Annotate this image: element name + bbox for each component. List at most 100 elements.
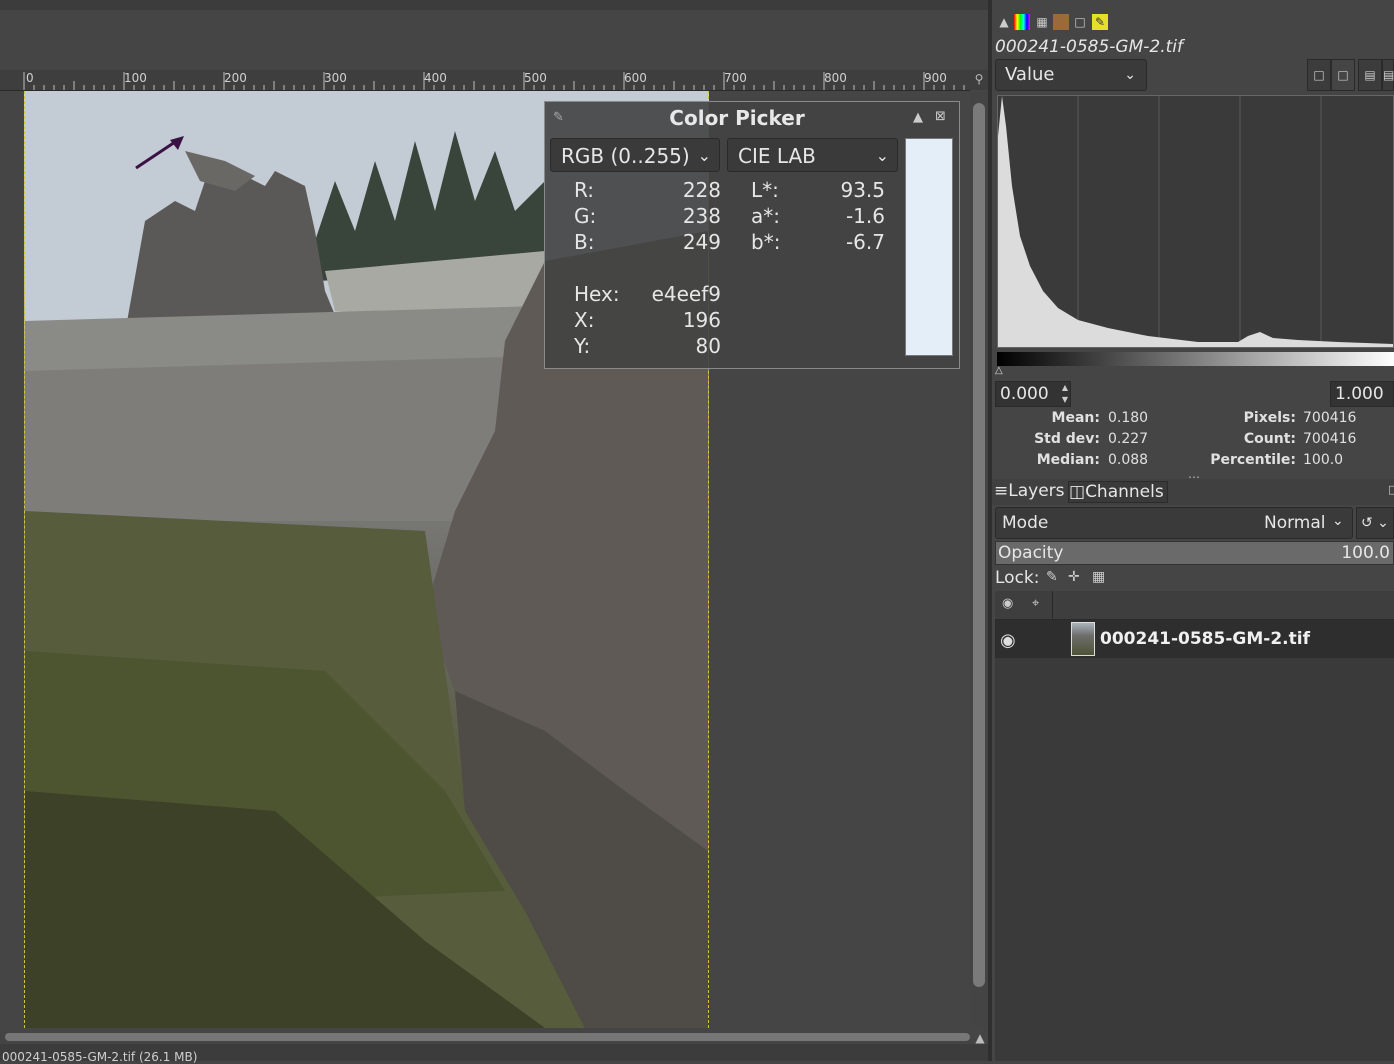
rgb-g-label: G:: [574, 204, 597, 228]
pattern-tab-icon[interactable]: ▦: [1034, 14, 1050, 30]
mean-label: Mean:: [1051, 410, 1100, 426]
right-color-mode-dropdown[interactable]: CIE LAB ⌄: [727, 138, 898, 172]
count-label: Count:: [1243, 431, 1296, 447]
rgb-b-label: B:: [574, 230, 595, 254]
channels-tab-icon: ◫: [1069, 482, 1086, 502]
color-picker-dialog: ✎ Color Picker ▲ ⊠ RGB (0..255) ⌄ CIE LA…: [544, 101, 960, 369]
hex-value: e4eef9: [651, 282, 721, 306]
pixels-value: 700416: [1303, 410, 1357, 426]
std-dev-label: Std dev:: [1034, 431, 1100, 447]
ruler-label: 900: [924, 71, 947, 85]
layers-list-header: [995, 591, 1394, 620]
tab-channels[interactable]: ◫Channels: [1068, 481, 1168, 503]
color-picker-title: Color Picker: [669, 106, 805, 130]
y-value: 80: [695, 334, 721, 358]
tab-channels-label: Channels: [1085, 482, 1164, 502]
left-color-mode-value: RGB (0..255): [561, 144, 690, 168]
opacity-value: 100.0: [1341, 543, 1390, 563]
lab-l-value: 93.5: [840, 178, 885, 202]
median-label: Median:: [1036, 452, 1100, 468]
layers-tab-icon: ≡: [994, 481, 1009, 501]
percentile-value: 100.0: [1303, 452, 1344, 468]
tab-layers-label: Layers: [1008, 481, 1065, 501]
lock-position-icon[interactable]: ✛: [1068, 569, 1080, 585]
ruler-label: 300: [324, 71, 347, 85]
y-label: Y:: [574, 334, 591, 358]
lock-alpha-icon[interactable]: ▦: [1092, 569, 1105, 585]
range-low-spinner[interactable]: ▲ ▼: [1059, 382, 1071, 406]
hex-label: Hex:: [574, 282, 620, 306]
lab-b-value: -6.7: [845, 230, 885, 254]
palette-tab-icon[interactable]: [1014, 14, 1030, 30]
ruler-label: 400: [424, 71, 447, 85]
chevron-down-icon: ⌄: [697, 146, 711, 165]
rgb-b-value: 249: [682, 230, 721, 254]
layer-name[interactable]: 000241-0585-GM-2.tif: [1100, 629, 1310, 649]
gradient-tab-icon[interactable]: □: [1072, 14, 1088, 30]
linear-histogram-button[interactable]: □: [1307, 59, 1331, 91]
ruler-label: 200: [224, 71, 247, 85]
lab-a-value: -1.6: [845, 204, 885, 228]
rgb-r-value: 228: [682, 178, 721, 202]
ruler-label: 600: [624, 71, 647, 85]
ruler-label: 800: [824, 71, 847, 85]
mode-reset-button[interactable]: ↺ ⌄: [1356, 507, 1394, 539]
layer-thumbnail: [1071, 622, 1095, 656]
close-icon[interactable]: ⊠: [935, 109, 946, 124]
brush-tab-icon[interactable]: [1053, 14, 1069, 30]
horizontal-scrollbar-thumb[interactable]: [5, 1033, 970, 1041]
chevron-down-icon: ⌄: [875, 146, 889, 165]
histogram-display-button[interactable]: ▤: [1358, 59, 1382, 91]
mode-label: Mode: [1002, 513, 1049, 533]
left-color-mode-dropdown[interactable]: RGB (0..255) ⌄: [550, 138, 720, 172]
log-histogram-button[interactable]: □: [1331, 59, 1355, 91]
histogram-tab-icon[interactable]: ▲: [996, 14, 1012, 30]
navigate-icon[interactable]: ▲: [972, 1031, 988, 1045]
tab-layers[interactable]: ≡Layers: [994, 481, 1065, 503]
chevron-down-icon: ⌄: [1332, 513, 1344, 529]
opacity-label: Opacity: [998, 543, 1064, 563]
histogram-image-name: 000241-0585-GM-2.tif: [995, 37, 1183, 57]
column-divider: [1052, 591, 1053, 619]
zoom-icon[interactable]: ⚲: [972, 72, 986, 86]
pixels-label: Pixels:: [1243, 410, 1296, 426]
chevron-down-icon: ⌄: [1124, 67, 1136, 83]
ruler-label: 500: [524, 71, 547, 85]
rgb-g-value: 238: [682, 204, 721, 228]
horizontal-ruler[interactable]: 0 100 200 300 400 500 600 700 800 900: [0, 70, 970, 91]
status-text: 000241-0585-GM-2.tif (26.1 MB): [2, 1050, 198, 1064]
lock-label: Lock:: [995, 568, 1040, 588]
mean-value: 0.180: [1108, 410, 1149, 426]
count-value: 700416: [1303, 431, 1357, 447]
vertical-scrollbar-thumb[interactable]: [973, 103, 985, 987]
percentile-label: Percentile:: [1210, 452, 1296, 468]
histogram-display-button-2[interactable]: ▤: [1382, 59, 1394, 91]
right-color-mode-value: CIE LAB: [738, 144, 816, 168]
tool-presets-tab-icon[interactable]: ✎: [1092, 14, 1108, 30]
menu-bar: [0, 0, 990, 10]
annotation-arrow: [135, 136, 184, 170]
ruler-label: 100: [124, 71, 147, 85]
lab-a-label: a*:: [751, 204, 780, 228]
collapse-icon[interactable]: ▲: [913, 110, 923, 125]
histogram-gradient-bar: [997, 352, 1394, 366]
histogram-plot[interactable]: [997, 95, 1394, 348]
histogram-channel-value: Value: [1005, 64, 1055, 85]
rgb-r-label: R:: [574, 178, 595, 202]
lab-b-label: b*:: [751, 230, 781, 254]
x-label: X:: [574, 308, 595, 332]
median-value: 0.088: [1108, 452, 1149, 468]
panel-menu-icon[interactable]: □: [1388, 483, 1394, 496]
range-handle-icon[interactable]: △: [995, 365, 1003, 376]
layer-visibility-eye-icon[interactable]: ◉: [1000, 630, 1016, 651]
histogram-channel-dropdown[interactable]: Value ⌄: [995, 59, 1147, 91]
color-swatch: [905, 138, 953, 356]
link-column-icon: ⌖: [1032, 596, 1040, 611]
visibility-column-icon: ◉: [1002, 596, 1014, 611]
ruler-label: 0: [26, 71, 34, 85]
std-dev-value: 0.227: [1108, 431, 1149, 447]
histogram-curve: [998, 96, 1393, 347]
lock-pixels-icon[interactable]: ✎: [1046, 569, 1058, 585]
range-high-input[interactable]: 1.000: [1330, 381, 1394, 407]
mode-value: Normal: [1264, 513, 1326, 533]
